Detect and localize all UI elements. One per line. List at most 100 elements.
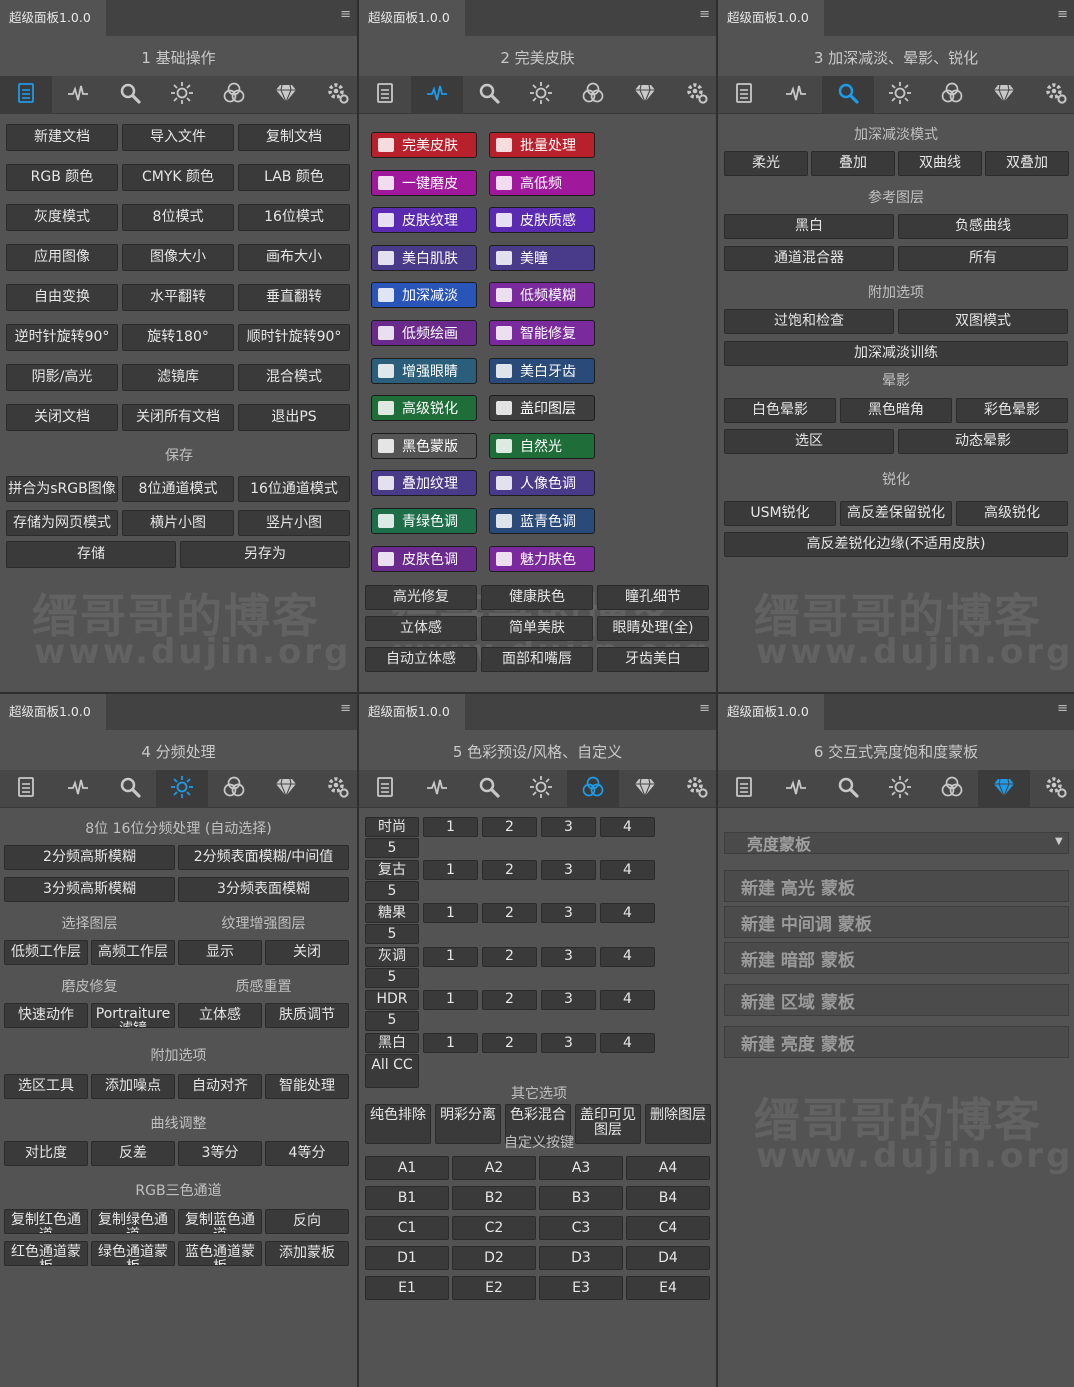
vignette-button[interactable]: 白色晕影 — [724, 398, 836, 423]
preset-style-button[interactable]: 时尚 — [365, 817, 419, 837]
toolbar-document-button[interactable] — [0, 76, 52, 114]
preset-style-button[interactable]: 灰调 — [365, 946, 419, 967]
retouch-button[interactable]: 立体感 — [178, 1003, 262, 1028]
panel-tab[interactable]: 超级面板1.0.0 — [359, 0, 465, 36]
skin-action-button[interactable]: 皮肤纹理 — [371, 207, 477, 234]
preset-count-button[interactable]: 5 — [365, 1010, 419, 1031]
frequency-split-button[interactable]: 3分频高斯模糊 — [4, 877, 175, 902]
extra-option-button[interactable]: 智能处理 — [265, 1074, 349, 1099]
reference-layer-button[interactable]: 通道混合器 — [724, 246, 894, 271]
toolbar-diamond-button[interactable] — [619, 770, 671, 808]
extra-option-button[interactable]: 自动对齐 — [178, 1074, 262, 1099]
dodge-mode-button[interactable]: 叠加 — [811, 151, 895, 176]
toolbar-heal-button[interactable] — [770, 76, 822, 114]
toolbar-diamond-button[interactable] — [978, 76, 1030, 114]
preset-number-button[interactable]: 4 — [600, 817, 655, 837]
custom-key-button[interactable]: A3 — [539, 1156, 623, 1180]
custom-key-button[interactable]: D2 — [452, 1246, 536, 1270]
preset-number-button[interactable]: 3 — [541, 860, 596, 881]
mask-type-dropdown[interactable]: 亮度蒙板 — [724, 832, 1069, 854]
basic-op-button[interactable]: 画布大小 — [238, 244, 350, 271]
skin-action-button[interactable]: 自然光 — [489, 432, 595, 459]
preset-number-button[interactable]: 4 — [600, 903, 655, 924]
preset-number-button[interactable]: 2 — [482, 989, 537, 1010]
preset-all-cc-button[interactable]: All CC — [365, 1054, 419, 1088]
basic-op-button[interactable]: 复制文档 — [238, 124, 350, 151]
vignette-button[interactable]: 黑色暗角 — [840, 398, 952, 423]
toolbar-gear-button[interactable] — [312, 770, 357, 808]
skin-action-button[interactable]: 低频绘画 — [371, 320, 477, 346]
channel-button[interactable]: 绿色通道蒙板 — [91, 1241, 175, 1266]
layer-button[interactable]: 关闭 — [265, 940, 349, 965]
basic-op-button[interactable]: 水平翻转 — [122, 284, 234, 311]
skin-action-button[interactable]: 高低频 — [489, 169, 595, 196]
preset-count-button[interactable]: 5 — [365, 967, 419, 988]
retouch-button[interactable]: 快速动作 — [4, 1003, 88, 1028]
frequency-split-button[interactable]: 3分频表面模糊 — [178, 877, 349, 902]
new-mask-button[interactable]: 新建 中间调 蒙板 — [724, 906, 1069, 938]
custom-key-button[interactable]: B3 — [539, 1186, 623, 1210]
panel-tab[interactable]: 超级面板1.0.0 — [718, 0, 824, 36]
curves-button[interactable]: 反差 — [91, 1141, 175, 1166]
basic-op-button[interactable]: 自由变换 — [6, 284, 118, 311]
toolbar-magnifier-button[interactable] — [463, 770, 515, 808]
preset-number-button[interactable]: 2 — [482, 1033, 537, 1053]
custom-key-button[interactable]: E2 — [452, 1276, 536, 1300]
toolbar-heal-button[interactable] — [52, 770, 104, 808]
panel-menu-icon[interactable]: ≡ — [340, 698, 351, 720]
new-mask-button[interactable]: 新建 高光 蒙板 — [724, 870, 1069, 902]
panel-tab[interactable]: 超级面板1.0.0 — [0, 694, 106, 730]
basic-op-button[interactable]: CMYK 颜色 — [122, 164, 234, 191]
custom-key-button[interactable]: A1 — [365, 1156, 449, 1180]
preset-style-button[interactable]: 复古 — [365, 860, 419, 881]
panel-menu-icon[interactable]: ≡ — [699, 698, 710, 720]
custom-key-button[interactable]: E1 — [365, 1276, 449, 1300]
panel-tab[interactable]: 超级面板1.0.0 — [359, 694, 465, 730]
toolbar-sun-button[interactable] — [515, 76, 567, 114]
preset-count-button[interactable]: 5 — [365, 838, 419, 858]
toolbar-document-button[interactable] — [0, 770, 52, 808]
reference-layer-button[interactable]: 负感曲线 — [898, 214, 1068, 239]
dodge-mode-button[interactable]: 双叠加 — [985, 151, 1069, 176]
custom-key-button[interactable]: D3 — [539, 1246, 623, 1270]
preset-style-button[interactable]: HDR — [365, 989, 419, 1010]
other-option-button[interactable]: 删除图层 — [645, 1104, 711, 1144]
sharpen-button[interactable]: 高反差保留锐化 — [840, 501, 952, 526]
preset-number-button[interactable]: 4 — [600, 1033, 655, 1053]
channel-button[interactable]: 复制红色通道 — [4, 1209, 88, 1234]
skin-action-button[interactable]: 完美皮肤 — [371, 132, 477, 158]
toolbar-heal-button[interactable] — [770, 770, 822, 808]
preset-number-button[interactable]: 3 — [541, 817, 596, 837]
panel-menu-icon[interactable]: ≡ — [1057, 698, 1068, 720]
panel-menu-icon[interactable]: ≡ — [699, 4, 710, 26]
channel-button[interactable]: 添加蒙板 — [265, 1241, 349, 1266]
toolbar-sun-button[interactable] — [156, 770, 208, 808]
basic-op-button[interactable]: 导入文件 — [122, 124, 234, 151]
skin-action-button[interactable]: 魅力肤色 — [489, 545, 595, 572]
extra-option-button[interactable]: 选区工具 — [4, 1074, 88, 1099]
vignette-button[interactable]: 彩色晕影 — [956, 398, 1068, 423]
skin-extra-button[interactable]: 自动立体感 — [365, 647, 477, 672]
toolbar-color-circles-button[interactable] — [208, 770, 260, 808]
preset-number-button[interactable]: 3 — [541, 946, 596, 967]
skin-action-button[interactable]: 青绿色调 — [371, 508, 477, 534]
toolbar-sun-button[interactable] — [874, 76, 926, 114]
panel-menu-icon[interactable]: ≡ — [1057, 4, 1068, 26]
toolbar-magnifier-button[interactable] — [822, 770, 874, 808]
basic-op-button[interactable]: 逆时针旋转90° — [6, 324, 118, 351]
basic-op-button[interactable]: 关闭文档 — [6, 404, 118, 431]
custom-key-button[interactable]: B4 — [626, 1186, 710, 1210]
toolbar-color-circles-button[interactable] — [567, 770, 619, 808]
toolbar-magnifier-button[interactable] — [104, 76, 156, 114]
toolbar-magnifier-button[interactable] — [463, 76, 515, 114]
custom-key-button[interactable]: C3 — [539, 1216, 623, 1240]
toolbar-document-button[interactable] — [359, 770, 411, 808]
save-option-button[interactable]: 存储为网页模式 — [6, 510, 118, 536]
basic-op-button[interactable]: 8位模式 — [122, 204, 234, 231]
toolbar-heal-button[interactable] — [52, 76, 104, 114]
basic-op-button[interactable]: 退出PS — [238, 404, 350, 431]
toolbar-color-circles-button[interactable] — [208, 76, 260, 114]
skin-action-button[interactable]: 皮肤色调 — [371, 545, 477, 572]
preset-number-button[interactable]: 1 — [423, 903, 478, 924]
basic-op-button[interactable]: 旋转180° — [122, 324, 234, 351]
